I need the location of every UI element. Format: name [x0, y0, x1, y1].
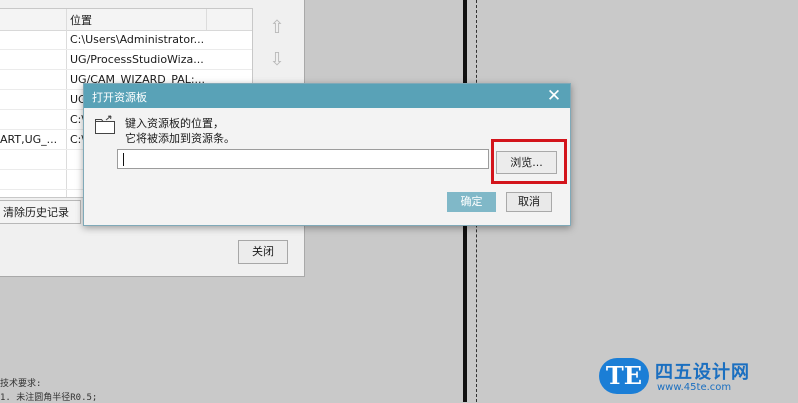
table-cell-name: ART,UG_... [0, 133, 58, 146]
column-divider[interactable] [66, 9, 67, 30]
move-down-icon[interactable]: ⇩ [266, 49, 288, 71]
watermark-logo: TE 四五设计网 www.45te.com [599, 356, 773, 398]
table-cell-location: C:\Users\Administrator... [70, 33, 205, 46]
table-header: 位置 [0, 9, 252, 31]
tech-note-title: 技术要求: [0, 379, 42, 389]
watermark-url: www.45te.com [657, 382, 732, 393]
folder-icon [95, 115, 115, 134]
highlight-annotation [491, 139, 567, 184]
palette-location-input[interactable] [117, 149, 489, 169]
ok-button[interactable]: 确定 [447, 192, 496, 212]
clear-history-button[interactable]: 清除历史记录 [0, 200, 81, 224]
move-up-icon[interactable]: ⇧ [266, 17, 288, 39]
text-caret [123, 153, 124, 166]
column-divider[interactable] [206, 9, 207, 30]
table-cell-location: UG/ProcessStudioWiza... [70, 53, 204, 66]
cancel-button[interactable]: 取消 [506, 192, 552, 212]
close-button[interactable]: 关闭 [238, 240, 288, 264]
tech-note-line: 1. 未注圆角半径R0.5; [0, 393, 98, 403]
instruction-line-2: 它将被添加到资源条。 [125, 132, 235, 145]
watermark-badge: TE [599, 358, 649, 394]
open-palette-dialog: 打开资源板 ✕ 键入资源板的位置， 它将被添加到资源条。 浏览... 确定 取消 [83, 83, 571, 226]
column-header-location[interactable]: 位置 [70, 12, 92, 28]
table-row[interactable]: UG/ProcessStudioWiza... [0, 50, 252, 70]
table-row[interactable]: C:\Users\Administrator... [0, 30, 252, 50]
watermark-name: 四五设计网 [655, 362, 750, 383]
close-icon[interactable]: ✕ [544, 84, 564, 108]
instruction-line-1: 键入资源板的位置， [125, 117, 224, 130]
dialog-title: 打开资源板 [92, 91, 147, 104]
dialog-titlebar[interactable]: 打开资源板 ✕ [84, 84, 570, 108]
